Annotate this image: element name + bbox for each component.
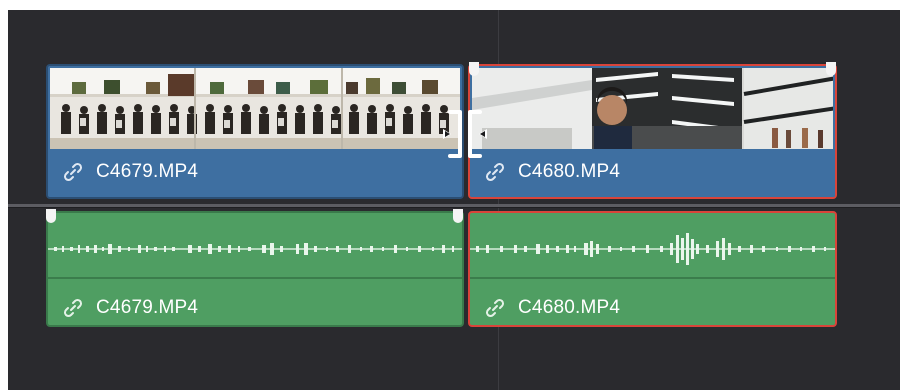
clip-name: C4680.MP4 bbox=[518, 297, 621, 318]
clip-name: C4679.MP4 bbox=[96, 297, 199, 318]
video-clip-c4679[interactable]: C4679.MP4 bbox=[46, 64, 464, 199]
audio-clip-c4679[interactable]: C4679.MP4 bbox=[46, 211, 464, 327]
track-divider-shadow bbox=[8, 207, 900, 208]
link-icon bbox=[63, 298, 83, 318]
clip-start-handle[interactable] bbox=[469, 62, 479, 76]
timeline-panel[interactable]: C4679.MP4 C4680.MP4 C4679.MP4 C4680.MP4 bbox=[8, 10, 900, 390]
clip-label-bar: C4679.MP4 bbox=[48, 149, 462, 197]
link-icon bbox=[63, 162, 83, 182]
clip-name: C4679.MP4 bbox=[96, 161, 199, 182]
audio-waveform bbox=[48, 219, 462, 279]
waveform-graphic bbox=[470, 233, 835, 265]
link-icon bbox=[485, 162, 505, 182]
clip-thumbnail-strip bbox=[472, 68, 833, 150]
video-clip-c4680[interactable]: C4680.MP4 bbox=[468, 64, 837, 199]
waveform-graphic bbox=[48, 243, 462, 255]
audio-clip-separator bbox=[48, 277, 462, 279]
clip-thumbnail-strip bbox=[50, 68, 460, 150]
link-icon bbox=[485, 298, 505, 318]
clip-label-bar: C4680.MP4 bbox=[470, 149, 835, 197]
clip-name: C4680.MP4 bbox=[518, 161, 621, 182]
clip-end-handle[interactable] bbox=[826, 62, 836, 76]
ripple-trim-bracket-icon[interactable] bbox=[438, 106, 492, 162]
audio-clip-separator bbox=[470, 277, 835, 279]
thumbnail-filmstrip-image bbox=[50, 68, 460, 150]
clip-end-handle[interactable] bbox=[453, 209, 463, 223]
thumbnail-filmstrip-image bbox=[472, 68, 833, 150]
audio-clip-c4680[interactable]: C4680.MP4 bbox=[468, 211, 837, 327]
audio-waveform bbox=[470, 219, 835, 279]
clip-start-handle[interactable] bbox=[46, 209, 56, 223]
